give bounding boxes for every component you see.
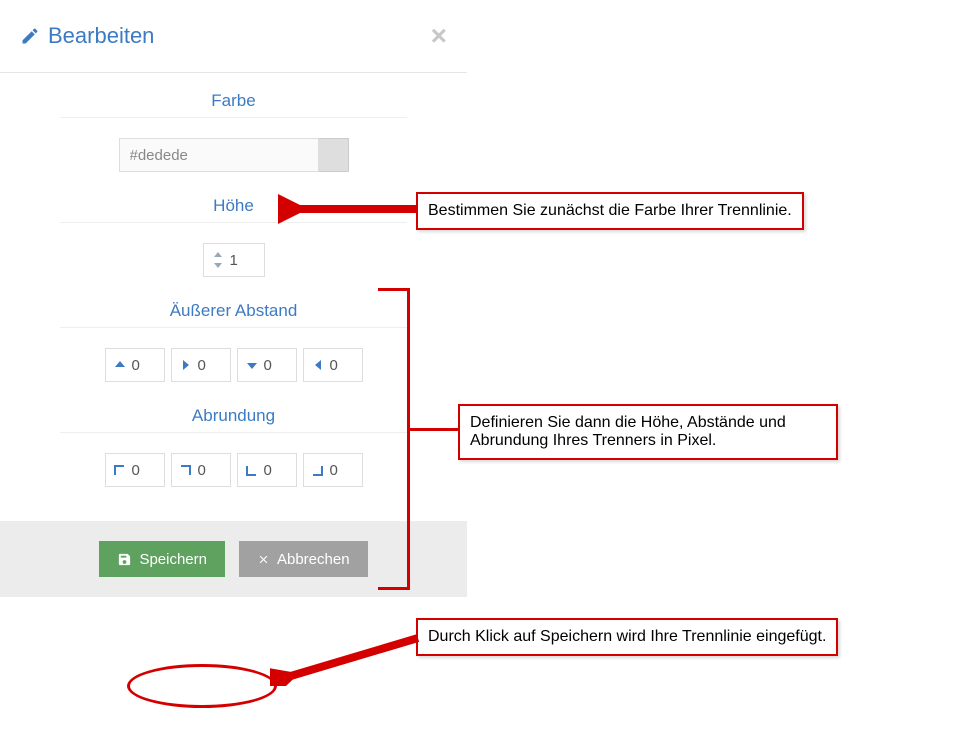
color-input-group — [60, 138, 407, 172]
radius-tr-input[interactable] — [194, 462, 224, 479]
chevron-up-icon — [112, 359, 128, 371]
bracket-connector — [408, 428, 460, 431]
dialog-title: Bearbeiten — [48, 23, 154, 49]
radius-tl-field[interactable] — [105, 453, 165, 487]
height-input[interactable] — [226, 252, 256, 269]
chevron-left-icon — [310, 359, 326, 371]
radius-tr-field[interactable] — [171, 453, 231, 487]
margin-left-field[interactable] — [303, 348, 363, 382]
cancel-button[interactable]: Abbrechen — [239, 541, 368, 577]
callout-color: Bestimmen Sie zunächst die Farbe Ihrer T… — [416, 192, 804, 230]
dialog-header: Bearbeiten × — [0, 0, 467, 73]
arrow-icon — [278, 194, 418, 224]
color-value-input[interactable] — [119, 138, 319, 172]
annotation-ellipse — [127, 664, 277, 708]
chevron-right-icon — [178, 359, 194, 371]
chevron-down-icon — [244, 359, 260, 371]
corner-bottom-right-icon — [310, 465, 326, 476]
margin-top-field[interactable] — [105, 348, 165, 382]
save-icon — [117, 552, 132, 567]
radius-bl-field[interactable] — [237, 453, 297, 487]
margin-right-input[interactable] — [194, 357, 224, 374]
pencil-icon — [20, 26, 40, 46]
margin-bottom-input[interactable] — [260, 357, 290, 374]
margin-left-input[interactable] — [326, 357, 356, 374]
corner-top-right-icon — [178, 465, 194, 476]
corner-bottom-left-icon — [244, 465, 260, 476]
cancel-icon — [257, 553, 270, 566]
close-icon[interactable]: × — [431, 22, 447, 50]
color-swatch[interactable] — [319, 138, 349, 172]
height-arrows-icon — [210, 252, 226, 268]
annotation-bracket — [378, 288, 410, 590]
margin-bottom-field[interactable] — [237, 348, 297, 382]
section-radius-label: Abrundung — [60, 406, 407, 433]
margin-top-input[interactable] — [128, 357, 158, 374]
section-color-label: Farbe — [60, 91, 407, 118]
dialog-title-row: Bearbeiten — [20, 23, 154, 49]
section-margin-label: Äußerer Abstand — [60, 301, 407, 328]
corner-top-left-icon — [112, 465, 128, 476]
margin-right-field[interactable] — [171, 348, 231, 382]
height-field[interactable] — [203, 243, 265, 277]
callout-save: Durch Klick auf Speichern wird Ihre Tren… — [416, 618, 838, 656]
section-color: Farbe — [0, 73, 467, 178]
radius-br-input[interactable] — [326, 462, 356, 479]
save-button[interactable]: Speichern — [99, 541, 225, 577]
radius-bl-input[interactable] — [260, 462, 290, 479]
radius-tl-input[interactable] — [128, 462, 158, 479]
cancel-button-label: Abbrechen — [277, 551, 350, 568]
radius-br-field[interactable] — [303, 453, 363, 487]
arrow-icon — [270, 634, 420, 686]
save-button-label: Speichern — [139, 551, 207, 568]
callout-dimensions: Definieren Sie dann die Höhe, Abstände u… — [458, 404, 838, 460]
